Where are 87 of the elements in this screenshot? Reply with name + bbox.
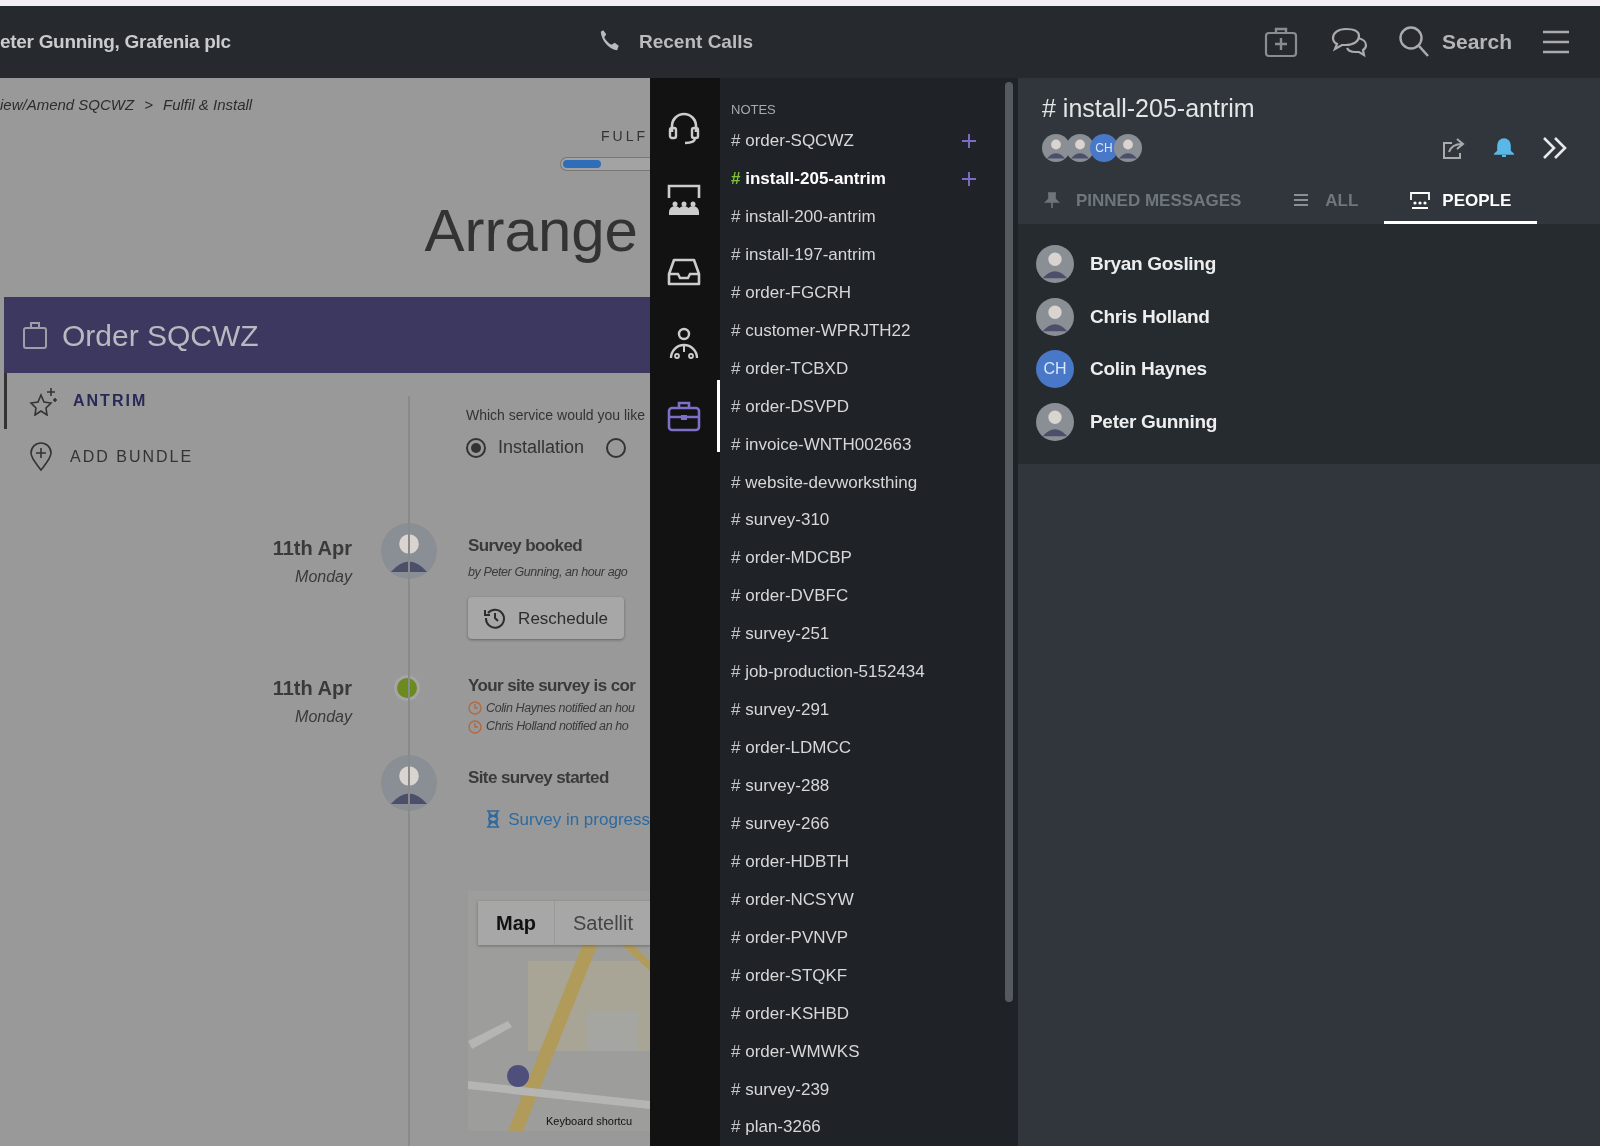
channel-link[interactable]: # order-STQKF [731, 962, 848, 989]
channel-link[interactable]: # order-FGCRH [731, 279, 851, 306]
event-title: Site survey started [468, 767, 609, 789]
menu-icon[interactable] [1542, 30, 1570, 54]
search-icon [1397, 25, 1430, 59]
event-day: Monday [295, 705, 352, 729]
people-icon [1410, 191, 1431, 210]
question-label: Which service would you like [466, 406, 645, 425]
event-title: Survey booked [468, 535, 583, 557]
channel-link[interactable]: # plan-3266 [731, 1114, 821, 1140]
channel-title: # install-205-antrim [1042, 93, 1256, 124]
channel-link[interactable]: # survey-266 [731, 810, 830, 837]
bell-icon[interactable] [1494, 137, 1514, 159]
event-date: 11th Apr [272, 676, 352, 701]
avatar: CH [1090, 134, 1118, 162]
stage-label: FULF [601, 127, 649, 146]
breadcrumb-separator: > [144, 94, 153, 115]
breadcrumb-link[interactable]: iew/Amend SQCWZ [0, 93, 135, 117]
event-date: 11th Apr [272, 536, 352, 561]
keyboard-shortcuts-link[interactable]: Keyboard shortcu [546, 1112, 633, 1129]
share-icon[interactable] [1442, 137, 1466, 159]
notification-note: Colin Haynes notified an hou [486, 699, 635, 717]
breadcrumb-link[interactable]: Fulfil & Install [162, 93, 253, 117]
channel-link[interactable]: # job-production-5152434 [731, 659, 925, 685]
shopping-bag-icon [22, 320, 48, 350]
avatar [1036, 402, 1074, 441]
double-chevron-icon[interactable] [1542, 136, 1568, 160]
channel-link[interactable]: # install-197-antrim [731, 241, 876, 268]
hourglass-icon [486, 809, 501, 830]
bundle-tab[interactable]: ADD BUNDLE [4, 429, 240, 485]
radio-button[interactable] [606, 437, 627, 458]
channel-link[interactable]: # order-TCBXD [731, 355, 849, 382]
channel-link[interactable]: # order-LDMCC [731, 735, 851, 761]
channel-link[interactable]: # order-HDBTH [731, 848, 850, 875]
page-heading: Arrange [424, 196, 639, 266]
avatar [1036, 245, 1074, 284]
channel-link[interactable]: # survey-288 [731, 773, 830, 799]
plus-icon[interactable] [962, 133, 976, 148]
channel-link[interactable]: # install-200-antrim [731, 203, 876, 230]
search-button[interactable]: Search [1397, 25, 1512, 59]
section-heading: NOTES [731, 101, 777, 119]
map-type-tab[interactable]: Map [478, 901, 554, 945]
history-icon [484, 607, 507, 630]
avatar [1036, 297, 1074, 336]
chat-icon[interactable] [1329, 26, 1370, 58]
meeting-icon [665, 182, 702, 218]
avatar [1114, 134, 1142, 162]
channel-link[interactable]: # order-SQCWZ [731, 128, 854, 154]
event-subtitle: by Peter Gunning, an hour ago [468, 563, 628, 581]
channel-link[interactable]: # order-MDCBP [731, 545, 852, 571]
person-name[interactable]: Chris Holland [1090, 302, 1210, 331]
channel-link[interactable]: # order-PVNVP [731, 924, 849, 951]
channel-link[interactable]: # order-WMWKS [731, 1038, 860, 1065]
bundle-tab[interactable]: ANTRIM [4, 373, 240, 429]
radio-option[interactable]: Installation [466, 434, 585, 461]
channel-link[interactable]: # website-devworksthing [731, 469, 918, 495]
channel-link[interactable]: # survey-291 [731, 697, 830, 723]
order-title: Order SQCWZ [62, 317, 259, 354]
channel-link[interactable]: # order-DSVPD [731, 393, 850, 420]
avatar: CH [1036, 350, 1074, 389]
notification-note: Chris Holland notified an ho [486, 718, 629, 736]
avatar [1066, 134, 1094, 162]
channel-link[interactable]: # order-DVBFC [731, 583, 849, 609]
person-name[interactable]: Bryan Gosling [1090, 250, 1216, 279]
recent-calls-link[interactable]: Recent Calls [595, 27, 754, 57]
clock-icon [468, 700, 482, 715]
star-icon [29, 386, 59, 416]
channel-link[interactable]: # survey-251 [731, 621, 830, 647]
clock-icon [468, 719, 482, 734]
medical-kit-icon[interactable] [1263, 26, 1298, 58]
person-name[interactable]: Colin Haynes [1090, 355, 1207, 384]
person-name[interactable]: Peter Gunning [1090, 407, 1217, 436]
avatar [1042, 134, 1070, 162]
account-name: eter Gunning, Grafenia plc [0, 29, 232, 54]
channel-link[interactable]: # survey-239 [731, 1076, 830, 1102]
scrollbar[interactable] [1005, 82, 1013, 1002]
channel-link[interactable]: # order-KSHBD [731, 1000, 850, 1027]
channel-link[interactable]: # order-NCSYW [731, 886, 854, 913]
status-text: Survey in progress [508, 808, 650, 831]
event-day: Monday [295, 565, 352, 589]
event-title: Your site survey is cor [468, 675, 636, 697]
reschedule-button[interactable]: Reschedule [468, 597, 624, 640]
channel-link[interactable]: # install-205-antrim [731, 166, 886, 192]
plus-icon[interactable] [962, 171, 976, 186]
channel-link[interactable]: # customer-WPRJTH22 [731, 317, 911, 344]
channel-link[interactable]: # invoice-WNTH002663 [731, 431, 912, 458]
channel-link[interactable]: # survey-310 [731, 507, 830, 533]
